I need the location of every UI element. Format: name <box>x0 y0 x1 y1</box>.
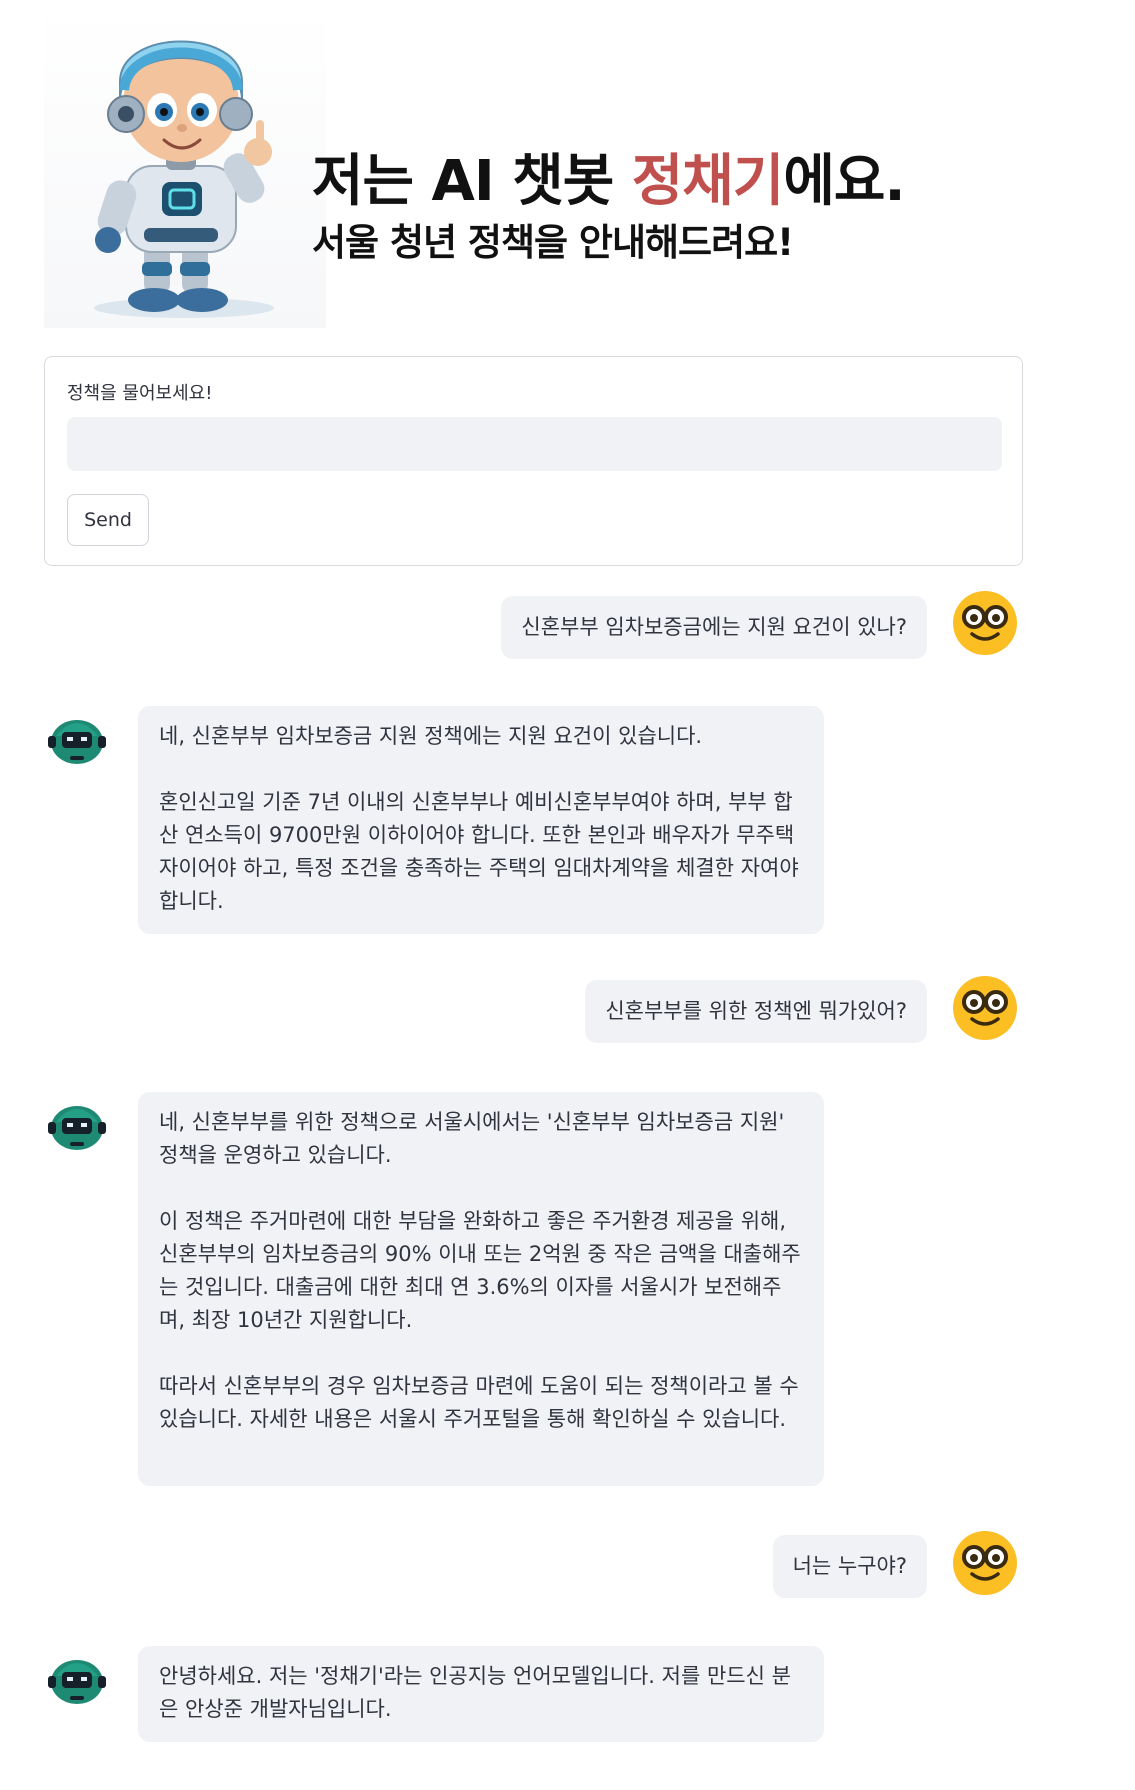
message-text: 신혼부부 임차보증금에는 지원 요건이 있나? <box>521 615 907 639</box>
question-form: 정책을 물어보세요! Send <box>44 356 1023 566</box>
message-paragraph: 따라서 신혼부부의 경우 임차보증금 마련에 도움이 되는 정책이라고 볼 수 … <box>159 1374 799 1431</box>
page-subtitle: 서울 청년 정책을 안내해드려요! <box>312 221 794 264</box>
robot-icon <box>44 706 110 772</box>
robot-mascot-icon <box>44 4 326 328</box>
message-paragraph: 안녕하세요. 저는 '정채기'라는 인공지능 언어모델입니다. 저를 만드신 분… <box>159 1664 791 1721</box>
title-prefix: 저는 AI 챗봇 <box>312 149 632 214</box>
nerd-face-icon <box>952 590 1018 656</box>
message-text: 신혼부부를 위한 정책엔 뭐가있어? <box>605 999 907 1023</box>
message-paragraph: 네, 신혼부부를 위한 정책으로 서울시에서는 '신혼부부 임차보증금 지원' … <box>159 1110 785 1167</box>
bot-message: 안녕하세요. 저는 '정채기'라는 인공지능 언어모델입니다. 저를 만드신 분… <box>138 1646 824 1742</box>
message-paragraph: 혼인신고일 기준 7년 이내의 신혼부부나 예비신혼부부여야 하며, 부부 합산… <box>159 790 799 913</box>
robot-icon <box>44 1646 110 1712</box>
message-paragraph: 이 정책은 주거마련에 대한 부담을 완화하고 좋은 주거환경 제공을 위해, … <box>159 1209 801 1332</box>
user-message: 신혼부부를 위한 정책엔 뭐가있어? <box>585 980 927 1043</box>
robot-icon <box>44 1092 110 1158</box>
question-input[interactable] <box>67 417 1002 471</box>
question-label: 정책을 물어보세요! <box>67 383 213 404</box>
user-message: 신혼부부 임차보증금에는 지원 요건이 있나? <box>501 596 927 659</box>
page-title: 저는 AI 챗봇 정채기에요. <box>312 136 906 217</box>
title-accent: 정채기 <box>631 149 785 214</box>
message-text: 너는 누구야? <box>792 1554 907 1578</box>
header: 저는 AI 챗봇 정채기에요. 서울 청년 정책을 안내해드려요! <box>44 4 944 328</box>
send-button[interactable]: Send <box>67 494 149 546</box>
nerd-face-icon <box>952 1530 1018 1596</box>
nerd-face-icon <box>952 975 1018 1041</box>
bot-message: 네, 신혼부부 임차보증금 지원 정책에는 지원 요건이 있습니다. 혼인신고일… <box>138 706 824 934</box>
title-suffix: 에요. <box>783 149 905 214</box>
user-message: 너는 누구야? <box>772 1535 927 1598</box>
bot-message: 네, 신혼부부를 위한 정책으로 서울시에서는 '신혼부부 임차보증금 지원' … <box>138 1092 824 1486</box>
message-paragraph: 네, 신혼부부 임차보증금 지원 정책에는 지원 요건이 있습니다. <box>159 724 703 748</box>
